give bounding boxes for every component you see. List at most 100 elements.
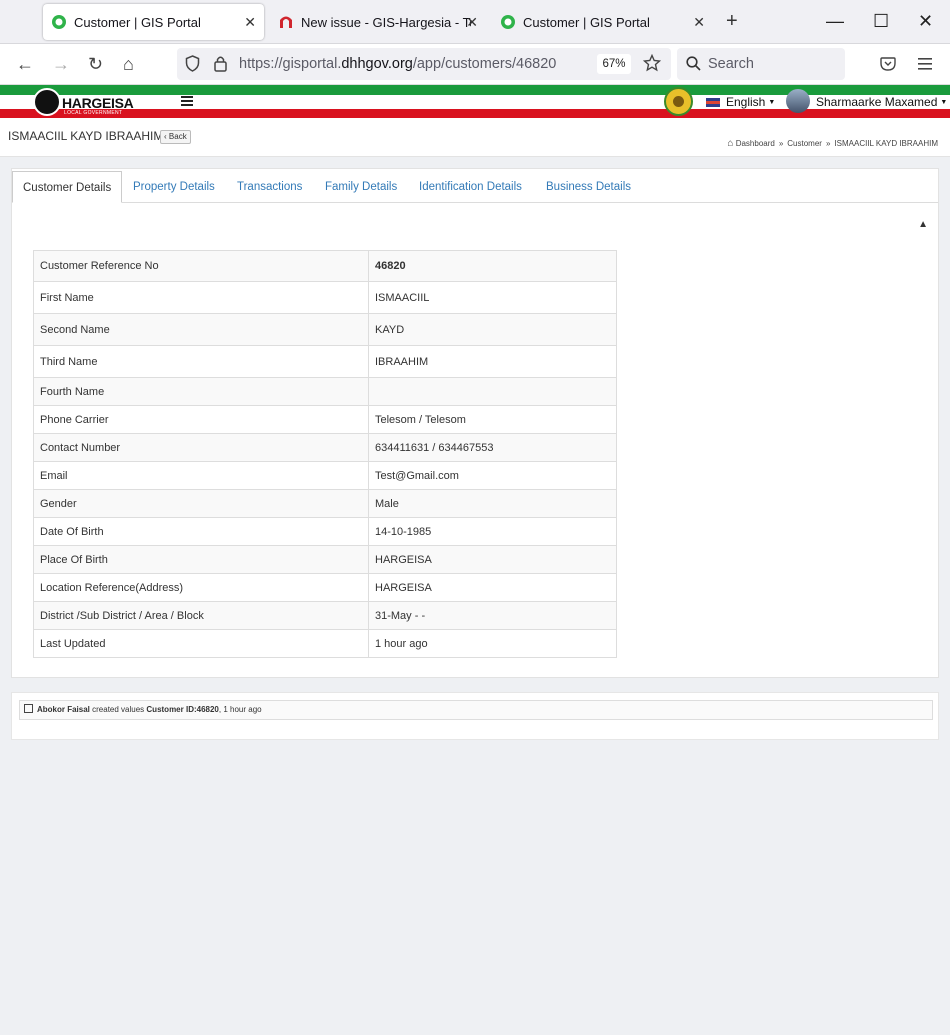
forward-arrow-icon[interactable]: → [52, 54, 70, 74]
tab-property-details[interactable]: Property Details [133, 171, 215, 203]
window-close-icon[interactable]: ✕ [918, 10, 933, 32]
close-tab-icon[interactable]: ✕ [244, 14, 256, 31]
row-label: Second Name [33, 313, 369, 346]
row-value: KAYD [368, 313, 617, 346]
tab-identification-details[interactable]: Identification Details [419, 171, 522, 203]
tab-title: New issue - GIS-Hargesia - Team [301, 14, 471, 30]
user-name: Sharmaarke Maxamed [816, 95, 938, 109]
url-path: /app/customers/46820 [412, 56, 557, 72]
user-menu[interactable]: Sharmaarke Maxamed ▼ [816, 95, 947, 109]
row-value: ISMAACIIL [368, 281, 617, 314]
chevron-up-icon[interactable]: ▲ [918, 219, 928, 230]
table-row: Phone Carrier Telesom / Telesom [33, 405, 617, 434]
browser-tab-3[interactable]: Customer | GIS Portal ✕ [492, 4, 713, 40]
avatar[interactable] [786, 89, 810, 113]
language-selector[interactable]: English ▼ [706, 95, 775, 109]
logo-subtext: LOCAL GOVERNMENT [64, 110, 123, 116]
row-label: Last Updated [33, 629, 369, 658]
row-value: 634411631 / 634467553 [368, 433, 617, 462]
table-row: Fourth Name [33, 377, 617, 406]
row-value: HARGEISA [368, 545, 617, 574]
lock-icon[interactable] [214, 55, 227, 77]
tab-transactions[interactable]: Transactions [237, 171, 302, 203]
table-row: First Name ISMAACIIL [33, 281, 617, 314]
new-tab-plus-icon[interactable]: + [726, 10, 738, 32]
row-label: Phone Carrier [33, 405, 369, 434]
tab-family-details[interactable]: Family Details [325, 171, 397, 203]
breadcrumb-dashboard[interactable]: Dashboard [736, 139, 775, 148]
activity-target: Customer ID:46820 [146, 705, 219, 714]
browser-tab-2[interactable]: New issue - GIS-Hargesia - Team ✕ [270, 4, 486, 40]
tab-business-details[interactable]: Business Details [546, 171, 631, 203]
row-label: Place Of Birth [33, 545, 369, 574]
chevron-left-icon: ‹ [164, 132, 167, 141]
close-tab-icon[interactable]: ✕ [693, 14, 705, 31]
breadcrumb-customer[interactable]: Customer [787, 139, 822, 148]
page-title: ISMAACIIL KAYD IBRAAHIM [8, 129, 164, 143]
row-label: Location Reference(Address) [33, 573, 369, 602]
table-row: Date Of Birth 14-10-1985 [33, 517, 617, 546]
gis-portal-favicon-icon [500, 14, 516, 30]
row-value: 14-10-1985 [368, 517, 617, 546]
row-label: Email [33, 461, 369, 490]
browser-tab-bar: Customer | GIS Portal ✕ New issue - GIS-… [0, 0, 950, 44]
shield-icon[interactable] [185, 55, 200, 77]
zoom-level-badge[interactable]: 67% [597, 54, 631, 74]
row-value: HARGEISA [368, 573, 617, 602]
url-domain: dhhgov.org [341, 56, 413, 72]
minimize-icon[interactable]: — [826, 10, 844, 32]
row-value: 1 hour ago [368, 629, 617, 658]
search-icon [686, 56, 701, 76]
row-label: District /Sub District / Area / Block [33, 601, 369, 630]
app-header: HARGEISA LOCAL GOVERNMENT English ▼ Sharm… [0, 85, 950, 118]
sidebar-toggle-hamburger-icon[interactable] [181, 96, 193, 106]
maximize-icon[interactable]: ☐ [873, 10, 889, 32]
row-value: Test@Gmail.com [368, 461, 617, 490]
edit-icon [24, 704, 33, 713]
row-label: Gender [33, 489, 369, 518]
table-row: District /Sub District / Area / Block 31-… [33, 601, 617, 630]
activity-time: , 1 hour ago [218, 705, 262, 714]
pocket-icon[interactable] [880, 56, 896, 77]
breadcrumb-current: ISMAACIIL KAYD IBRAAHIM [834, 139, 938, 148]
table-row: Gender Male [33, 489, 617, 518]
row-label: Contact Number [33, 433, 369, 462]
reload-icon[interactable]: ↻ [88, 54, 103, 74]
row-label: Fourth Name [33, 377, 369, 406]
row-value: Telesom / Telesom [368, 405, 617, 434]
row-value [368, 377, 617, 406]
app-menu-icon[interactable] [918, 57, 932, 75]
activity-user: Abokor Faisal [37, 705, 90, 714]
back-arrow-icon[interactable]: ← [16, 54, 34, 74]
row-value: 31-May - - [368, 601, 617, 630]
url-prefix: https://gisportal. [239, 56, 342, 72]
chevron-down-icon: ▼ [940, 99, 948, 106]
tab-title: Customer | GIS Portal [74, 14, 201, 30]
hargeisa-logo[interactable]: HARGEISA LOCAL GOVERNMENT [33, 87, 143, 117]
logo-text: HARGEISA [62, 95, 134, 111]
table-row: Second Name KAYD [33, 313, 617, 346]
row-label: Date Of Birth [33, 517, 369, 546]
azure-devops-favicon-icon [278, 14, 294, 30]
gis-portal-favicon-icon [51, 14, 67, 30]
table-row: Location Reference(Address) HARGEISA [33, 573, 617, 602]
home-icon[interactable]: ⌂ [123, 54, 134, 74]
home-icon: ⌂ [727, 138, 734, 149]
page-title-bar: ISMAACIIL KAYD IBRAAHIM ‹ Back ⌂ Dashboa… [0, 118, 950, 157]
tab-customer-details[interactable]: Customer Details [12, 171, 123, 203]
back-button[interactable]: ‹ Back [160, 130, 191, 144]
breadcrumb: ⌂ Dashboard» Customer» ISMAACIIL KAYD IBRA… [727, 138, 938, 149]
table-row: Place Of Birth HARGEISA [33, 545, 617, 574]
browser-search-box[interactable]: Search [677, 48, 845, 80]
customer-details-panel: Customer Details Property Details Transa… [11, 168, 939, 678]
bookmark-star-icon[interactable] [642, 53, 662, 77]
url-bar[interactable]: https://gisportal.dhhgov.org/app/custome… [177, 48, 671, 80]
browser-tab-1[interactable]: Customer | GIS Portal ✕ [43, 4, 264, 40]
row-label: First Name [33, 281, 369, 314]
row-value: Male [368, 489, 617, 518]
row-value: 46820 [368, 250, 617, 282]
close-tab-icon[interactable]: ✕ [466, 14, 478, 31]
customer-details-table: Customer Reference No 46820 First Name ISM… [33, 250, 617, 658]
uk-flag-icon [706, 98, 720, 107]
browser-nav-bar: ← → ↻ ⌂ https://gisportal.dhhgov.org/app… [0, 44, 950, 85]
